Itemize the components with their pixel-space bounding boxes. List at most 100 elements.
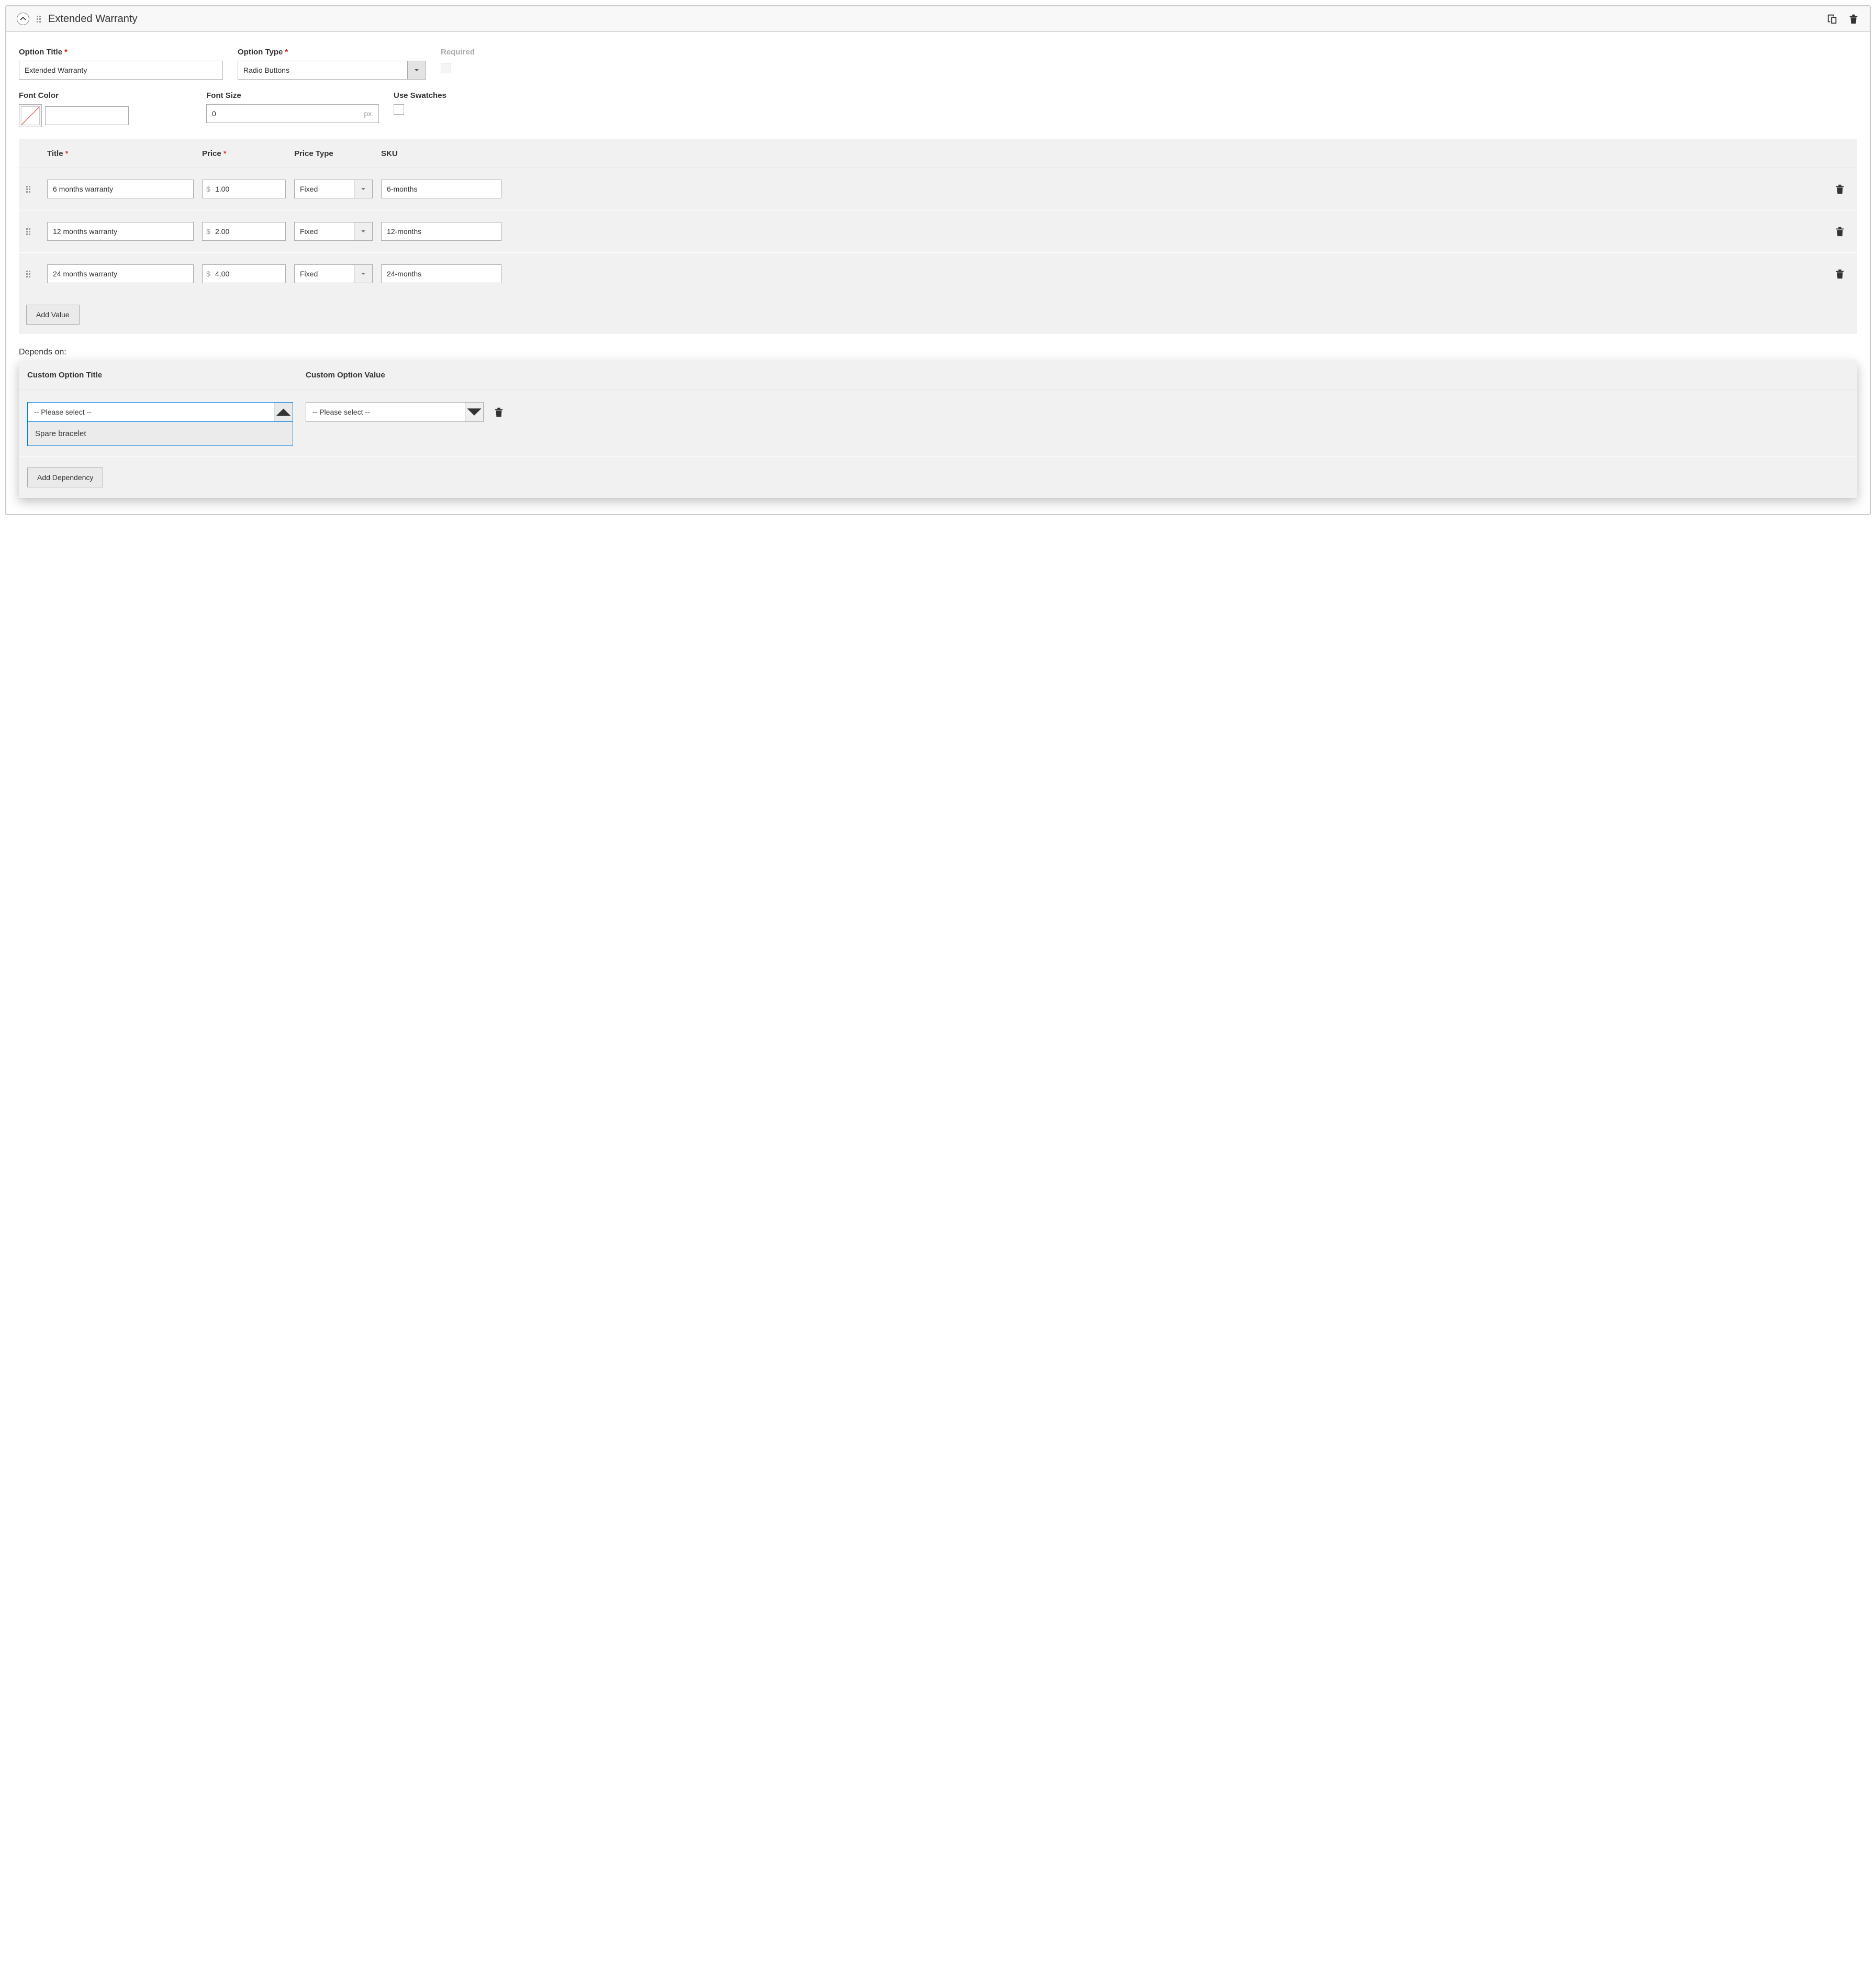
col-sku: SKU [381,149,501,158]
field-option-title: Option Title* [19,48,223,80]
option-type-value: Radio Buttons [238,61,407,80]
add-dependency-button[interactable]: Add Dependency [27,467,103,487]
required-asterisk: * [64,48,68,57]
col-price: Price* [202,149,286,158]
panel-body: Option Title* Option Type* Radio Buttons… [6,32,1870,514]
depends-head: Custom Option Title Custom Option Value [19,361,1857,389]
required-label: Required [441,48,475,57]
drag-handle-icon[interactable] [26,186,39,193]
dependency-dropdown: Spare bracelet [27,422,293,446]
value-price-type-value: Fixed [294,222,354,241]
option-type-select[interactable]: Radio Buttons [238,61,426,80]
value-row: $Fixed [19,210,1857,253]
copy-icon [1827,13,1838,25]
col-price-text: Price [202,149,221,158]
font-size-input[interactable] [206,104,379,123]
font-color-swatch[interactable] [19,104,42,127]
chevron-down-icon [354,264,373,283]
field-required: Required [441,48,475,80]
option-title-label-text: Option Title [19,48,62,57]
option-title-label: Option Title* [19,48,223,57]
trash-icon [1834,268,1846,280]
required-asterisk: * [65,149,69,158]
value-row: $Fixed [19,253,1857,295]
header-actions [1827,13,1859,25]
col-title: Title* [47,149,194,158]
value-price-input[interactable] [202,180,286,198]
field-use-swatches: Use Swatches [394,91,446,127]
value-price-type-select[interactable]: Fixed [294,222,373,241]
col-price-type: Price Type [294,149,373,158]
dependency-value-select[interactable]: -- Please select -- [306,402,484,422]
value-price-type-select[interactable]: Fixed [294,264,373,283]
dependency-title-select[interactable]: -- Please select -- Spare bracelet [27,402,293,446]
trash-icon [493,406,505,418]
delete-value-button[interactable] [1834,268,1846,280]
values-table-head: Title* Price* Price Type SKU [19,139,1857,168]
chevron-down-icon [465,402,484,422]
panel-title: Extended Warranty [48,13,1819,25]
dependency-option[interactable]: Spare bracelet [28,422,293,446]
value-sku-input[interactable] [381,180,501,198]
dependency-row: -- Please select -- Spare bracelet -- Pl… [19,389,1857,457]
option-title-input[interactable] [19,61,223,80]
font-color-label: Font Color [19,91,192,100]
chevron-down-icon [354,222,373,241]
chevron-up-icon [274,403,293,421]
value-price-type-select[interactable]: Fixed [294,180,373,198]
field-row-2: Font Color Font Size px. Use Swatches [19,91,1857,127]
trash-icon [1834,226,1846,237]
use-swatches-checkbox[interactable] [394,104,404,115]
dependency-value-placeholder: -- Please select -- [306,402,465,422]
required-asterisk: * [285,48,288,57]
trash-icon [1848,13,1859,25]
field-option-type: Option Type* Radio Buttons [238,48,426,80]
depends-on-label: Depends on: [19,348,1857,357]
value-title-input[interactable] [47,180,194,198]
collapse-toggle[interactable] [17,13,29,25]
required-checkbox[interactable] [441,63,451,73]
dependency-title-placeholder: -- Please select -- [28,403,274,421]
depends-col-value: Custom Option Value [306,371,1849,380]
duplicate-button[interactable] [1827,13,1838,25]
depends-panel: Custom Option Title Custom Option Value … [19,361,1857,498]
field-row-1: Option Title* Option Type* Radio Buttons… [19,48,1857,80]
delete-option-button[interactable] [1848,13,1859,25]
field-font-size: Font Size px. [206,91,379,127]
add-value-button[interactable]: Add Value [26,305,80,325]
chevron-up-icon [20,16,26,22]
trash-icon [1834,183,1846,195]
value-price-type-value: Fixed [294,264,354,283]
value-sku-input[interactable] [381,264,501,283]
option-type-label: Option Type* [238,48,426,57]
value-title-input[interactable] [47,222,194,241]
values-footer: Add Value [19,295,1857,334]
delete-value-button[interactable] [1834,183,1846,195]
value-row: $Fixed [19,168,1857,210]
value-price-type-value: Fixed [294,180,354,198]
depends-footer: Add Dependency [19,457,1857,498]
values-table: Title* Price* Price Type SKU $Fixed$Fixe… [19,139,1857,334]
font-size-label: Font Size [206,91,379,100]
value-price-input[interactable] [202,222,286,241]
depends-col-title: Custom Option Title [27,371,293,380]
delete-dependency-button[interactable] [493,406,505,418]
chevron-down-icon [407,61,426,80]
font-color-input[interactable] [45,106,129,125]
drag-handle-icon[interactable] [37,16,41,23]
use-swatches-label: Use Swatches [394,91,446,100]
value-price-input[interactable] [202,264,286,283]
col-title-text: Title [47,149,63,158]
drag-handle-icon[interactable] [26,228,39,235]
drag-handle-icon[interactable] [26,271,39,277]
panel-header: Extended Warranty [6,6,1870,32]
dependency-title-display: -- Please select -- [27,402,293,422]
value-title-input[interactable] [47,264,194,283]
delete-value-button[interactable] [1834,226,1846,237]
value-sku-input[interactable] [381,222,501,241]
field-font-color: Font Color [19,91,192,127]
option-type-label-text: Option Type [238,48,283,57]
required-asterisk: * [224,149,227,158]
chevron-down-icon [354,180,373,198]
option-panel: Extended Warranty Option Title* [5,5,1871,515]
